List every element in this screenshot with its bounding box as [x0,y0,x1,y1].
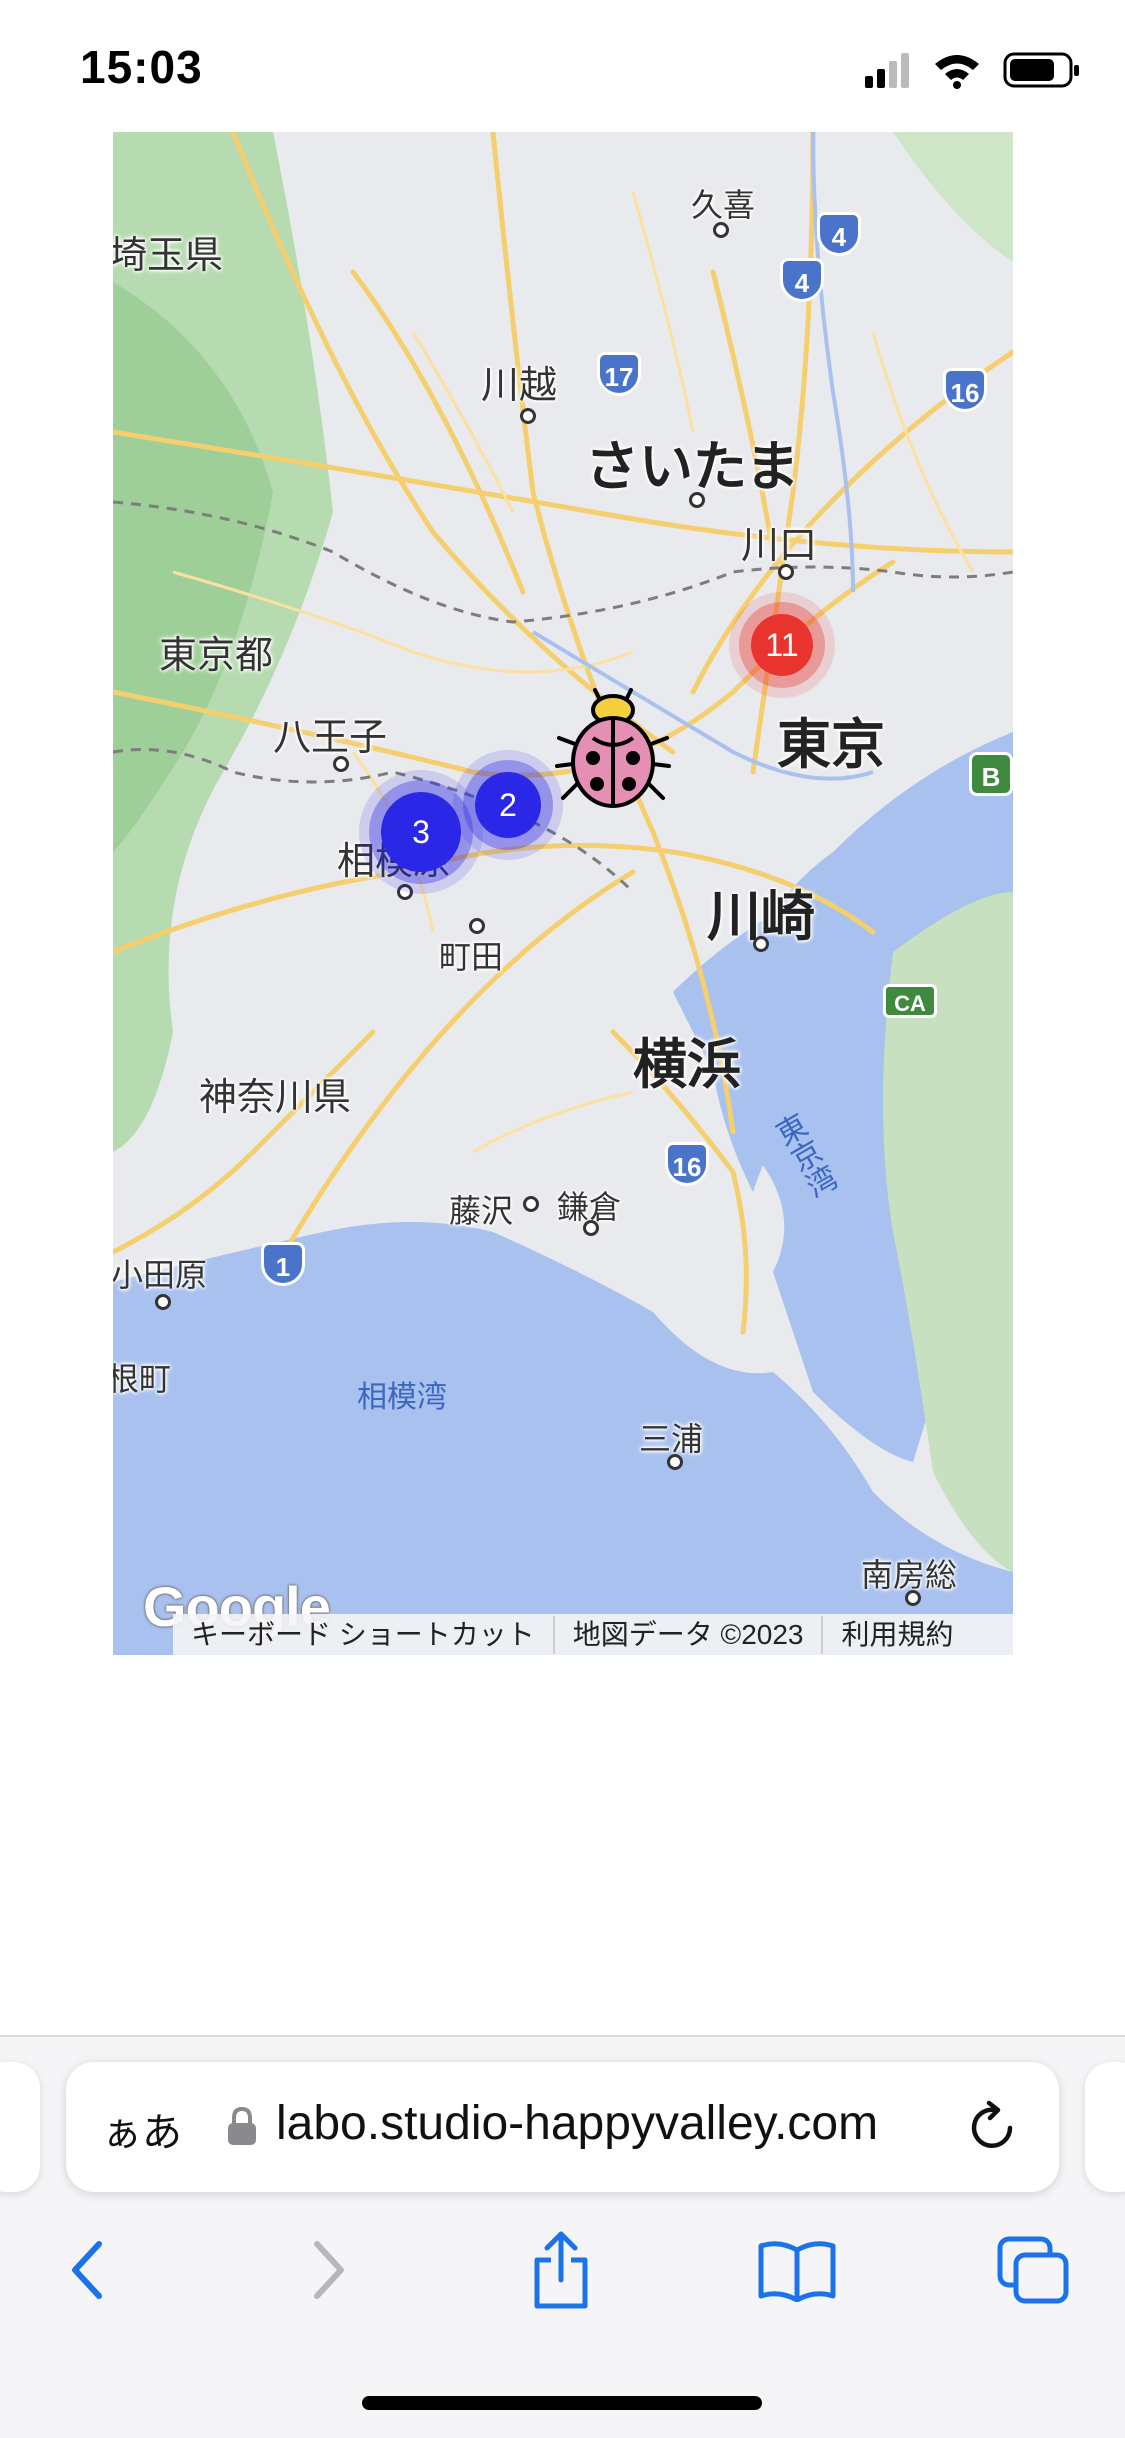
city-dot [583,1220,599,1236]
route-shield-4b: 4 [780,258,824,302]
label-hachioji: 八王子 [273,715,388,759]
home-indicator [362,2396,762,2410]
label-saitama-ken: 埼玉県 [113,233,224,277]
label-fujisawa: 藤沢 [449,1192,514,1230]
city-dot [667,1454,683,1470]
forward-button[interactable] [284,2225,374,2315]
battery-icon [1003,52,1079,88]
marker-cluster-blue-small[interactable]: 2 [475,772,541,838]
label-saitama: さいたま [585,435,800,498]
label-sagami-bay: 相模湾 [357,1380,447,1415]
map-data-text: 地図データ ©2023 [555,1616,824,1654]
city-dot [155,1294,171,1310]
terms-link[interactable]: 利用規約 [823,1616,971,1654]
route-shield-16a: 16 [943,368,987,412]
map[interactable]: 埼玉県 久喜 川越 さいたま 川口 東京都 八王子 東京 相模原 町田 川崎 神… [113,132,1013,1655]
label-kawagoe: 川越 [481,363,558,407]
map-attribution: キーボード ショートカット 地図データ ©2023 利用規約 [173,1614,1013,1655]
city-dot [713,222,729,238]
label-machida: 町田 [439,938,504,976]
bookmarks-icon [758,2241,836,2302]
label-kanagawa-ken: 神奈川県 [199,1075,352,1119]
label-kawaguchi: 川口 [741,523,818,567]
city-dot [778,564,794,580]
label-odawara: 小田原 [113,1256,208,1294]
label-kuki: 久喜 [691,186,756,224]
bookmarks-button[interactable] [752,2225,842,2315]
status-icons [865,52,1079,89]
label-yokohama: 横浜 [633,1033,741,1096]
label-minamiboso: 南房総 [861,1556,958,1594]
route-shield-4a: 4 [817,212,861,256]
route-shield-1: 1 [261,1242,305,1286]
status-bar: 15:03 [0,0,1125,135]
city-dot [753,936,769,952]
route-shield-ca: CA [883,984,937,1018]
label-miura: 三浦 [639,1420,704,1458]
city-dot [397,884,413,900]
route-shield-16b: 16 [665,1142,709,1186]
marker-cluster-red[interactable]: 11 [751,614,813,676]
next-tab-peek[interactable] [1085,2062,1125,2192]
address-bar[interactable]: ぁあ labo.studio-happyvalley.com [66,2062,1059,2192]
share-button[interactable] [516,2225,606,2315]
share-icon [534,2231,588,2309]
ladybug-icon[interactable] [553,682,673,812]
signal-icon [865,53,909,88]
city-dot [520,408,536,424]
tabs-icon [997,2236,1069,2304]
keyboard-shortcuts-link[interactable]: キーボード ショートカット [173,1616,555,1654]
wifi-icon [935,55,979,89]
city-dot [689,492,705,508]
city-dot [905,1590,921,1606]
city-dot [469,918,485,934]
back-button[interactable] [42,2225,132,2315]
lock-icon [228,2106,256,2145]
browser-toolbar [0,2225,1125,2315]
previous-tab-peek[interactable] [0,2062,40,2192]
back-icon [72,2241,102,2299]
tabs-button[interactable] [988,2225,1078,2315]
label-ne-machi: 根町 [113,1360,172,1398]
label-tokyo-to: 東京都 [159,633,274,677]
status-time: 15:03 [80,41,203,93]
forward-icon [314,2241,344,2299]
city-dot [333,756,349,772]
label-tokyo: 東京 [777,713,885,776]
reload-icon[interactable] [965,2100,1019,2154]
page-settings-button[interactable]: ぁあ [102,2100,182,2158]
marker-cluster-blue-large[interactable]: 3 [381,792,461,872]
city-dot [523,1196,539,1212]
url-text[interactable]: labo.studio-happyvalley.com [276,2096,878,2151]
map-base [113,132,1013,1655]
route-shield-17: 17 [597,352,641,396]
route-shield-b: B [969,752,1013,796]
